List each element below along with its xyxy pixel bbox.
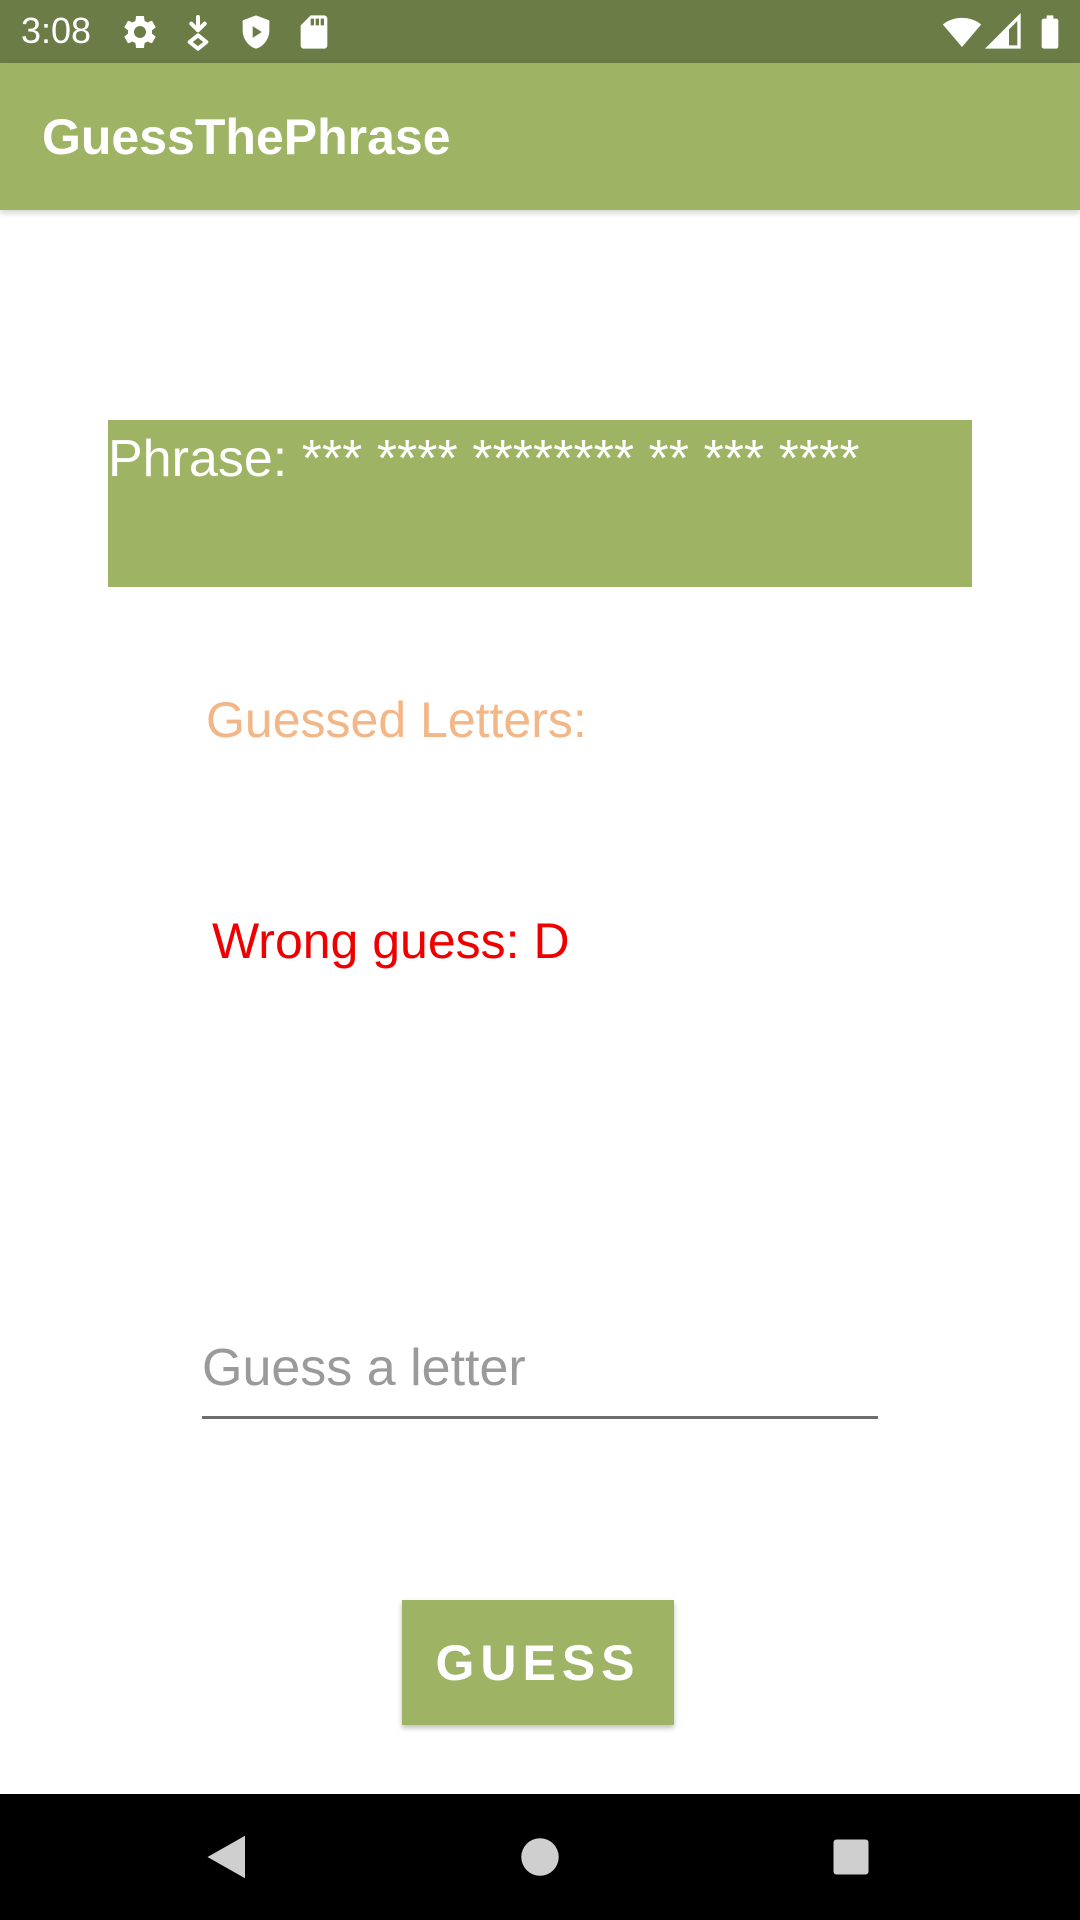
sd-card-icon: [294, 12, 334, 52]
back-icon[interactable]: [195, 1827, 255, 1887]
shield-icon: [236, 12, 276, 52]
app-title: GuessThePhrase: [42, 109, 451, 165]
status-bar: 3:08: [0, 0, 1080, 63]
home-icon[interactable]: [510, 1827, 570, 1887]
app-bar: GuessThePhrase: [0, 63, 1080, 210]
battery-icon: [1030, 12, 1070, 52]
wifi-icon: [942, 12, 982, 52]
phrase-text: Phrase: *** **** ******** ** *** ****: [108, 430, 860, 488]
phrase-box: Phrase: *** **** ******** ** *** ****: [108, 420, 972, 587]
recents-icon[interactable]: [821, 1827, 881, 1887]
screen: 3:08 GuessThePhrase Phrase: *** **** ***…: [0, 0, 1080, 1920]
cell-signal-icon: [984, 12, 1024, 52]
download-icon: [178, 12, 218, 52]
guessed-letters-label: Guessed Letters:: [206, 692, 587, 748]
wrong-guess-message: Wrong guess: D: [212, 913, 570, 969]
guess-letter-input[interactable]: [202, 1320, 878, 1419]
navigation-bar: [0, 1794, 1080, 1920]
guess-button[interactable]: GUESS: [402, 1600, 674, 1725]
status-time: 3:08: [21, 10, 92, 51]
gear-icon: [120, 12, 160, 52]
